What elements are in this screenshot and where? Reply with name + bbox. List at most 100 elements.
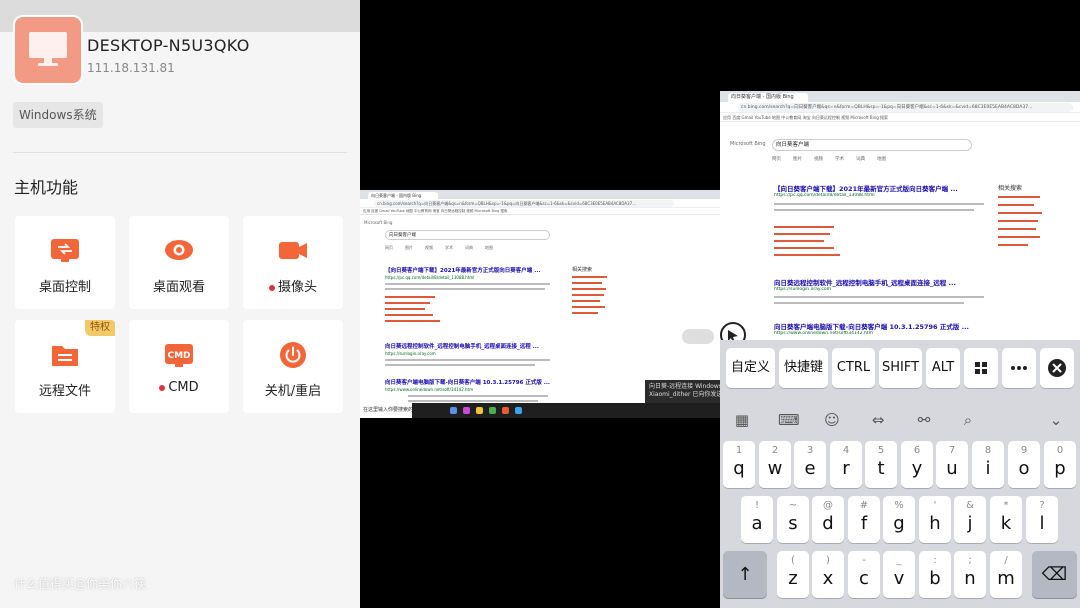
emoji-icon[interactable]: ☺ <box>822 410 842 430</box>
floating-toggle[interactable] <box>682 329 714 344</box>
key-k[interactable]: * k <box>990 496 1022 543</box>
result-title[interactable]: 向日葵远程控制软件_远程控制电脑手机_远程桌面连接_远程 ... <box>385 342 565 350</box>
key-v[interactable]: _ v <box>883 551 915 598</box>
key-u[interactable]: 7u <box>936 441 968 488</box>
nav-tab[interactable]: 网页 <box>772 157 781 162</box>
key-a[interactable]: ! a <box>741 496 773 543</box>
taskbar-app-icon[interactable] <box>489 407 496 414</box>
desktop-view-button[interactable]: 桌面观看 <box>129 216 229 309</box>
key-c[interactable]: -c <box>848 551 880 598</box>
result-sublink[interactable] <box>774 247 834 249</box>
result-sublink[interactable] <box>385 302 430 304</box>
key-z[interactable]: (z <box>777 551 809 598</box>
key-q[interactable]: 1q <box>723 441 755 488</box>
key-d[interactable]: @ d <box>812 496 844 543</box>
taskbar-app-icon[interactable] <box>502 407 509 414</box>
key-f[interactable]: # f <box>848 496 880 543</box>
search-icon[interactable]: ⌕ <box>958 410 978 430</box>
more-key[interactable] <box>1002 348 1036 388</box>
key-o[interactable]: 9o <box>1008 441 1040 488</box>
key-h[interactable]: ' h <box>919 496 951 543</box>
remote-desktop-view[interactable]: 向日葵客户端 - 国内版 Bing cn.bing.com/search?q=向… <box>360 0 720 608</box>
custom-key[interactable]: 自定义 <box>726 348 775 388</box>
nav-tab[interactable]: 视频 <box>814 157 823 162</box>
chevron-down-icon[interactable]: ⌄ <box>1046 410 1066 430</box>
key-i[interactable]: 8i <box>972 441 1004 488</box>
nav-tab[interactable]: 词典 <box>465 245 473 250</box>
key-g[interactable]: % g <box>883 496 915 543</box>
key-s[interactable]: ~ s <box>777 496 809 543</box>
result-sublink[interactable] <box>385 320 440 322</box>
shift-key[interactable]: ↑ <box>723 551 767 598</box>
key-x[interactable]: ) x <box>812 551 844 598</box>
taskbar-search[interactable]: 在这里输入你要搜索的内容 <box>360 403 412 418</box>
related-link[interactable] <box>998 228 1036 230</box>
search-input[interactable]: 向日葵客户端 <box>385 230 550 240</box>
url-input[interactable]: cn.bing.com/search?q=向日葵客户端&qs=n&form=QB… <box>374 200 674 207</box>
alt-key[interactable]: ALT <box>926 348 960 388</box>
result-sublink[interactable] <box>385 296 435 298</box>
related-link[interactable] <box>998 212 1042 214</box>
result-sublink[interactable] <box>385 314 433 316</box>
win-key[interactable] <box>964 348 998 388</box>
nav-tab[interactable]: 图片 <box>793 157 802 162</box>
result-title[interactable]: 【向日葵客户端下载】2021年最新官方正式版向日葵客户端 ... <box>385 266 565 274</box>
related-link[interactable] <box>572 306 605 308</box>
taskbar-app-icon[interactable] <box>450 407 457 414</box>
related-link[interactable] <box>998 204 1034 206</box>
desktop-control-button[interactable]: 桌面控制 <box>15 216 115 309</box>
key-e[interactable]: 3e <box>794 441 826 488</box>
result-title[interactable]: 向日葵远程控制软件_远程控制电脑手机_远程桌面连接_远程 ... <box>774 277 979 287</box>
browser-tab[interactable]: 向日葵客户端 - 国内版 Bing <box>368 192 438 199</box>
result-sublink[interactable] <box>774 226 834 228</box>
taskbar-app-icon[interactable] <box>515 407 522 414</box>
nav-tab[interactable]: 词典 <box>856 157 865 162</box>
camera-button[interactable]: 摄像头 <box>243 216 343 309</box>
nav-tab[interactable]: 学术 <box>835 157 844 162</box>
taskbar-app-icon[interactable] <box>463 407 470 414</box>
result-sublink[interactable] <box>774 233 830 235</box>
result-title[interactable]: 向日葵客户端电脑版下载-向日葵客户端 10.3.1.25796 正式版 ... <box>774 321 979 331</box>
nav-tab[interactable]: 网页 <box>385 245 393 250</box>
related-link[interactable] <box>998 236 1040 238</box>
backspace-key[interactable]: ⌫ <box>1032 551 1077 598</box>
nav-tab[interactable]: 视频 <box>425 245 433 250</box>
key-p[interactable]: 0p <box>1044 441 1076 488</box>
ctrl-key[interactable]: CTRL <box>832 348 875 388</box>
key-r[interactable]: 4r <box>830 441 862 488</box>
related-link[interactable] <box>998 196 1040 198</box>
result-sublink[interactable] <box>774 254 840 256</box>
browser-tab[interactable]: 向日葵客户端 - 国内版 Bing <box>728 93 808 102</box>
notification-toast[interactable]: 向日葵-远程连接 Windows... Xiaomi_dither 已向你发送了… <box>645 380 720 403</box>
close-keyboard-key[interactable] <box>1040 348 1074 388</box>
keyboard-icon[interactable]: ⌨ <box>778 410 800 430</box>
url-input[interactable]: cn.bing.com/search?q=向日葵客户端&qs=n&form=QB… <box>738 103 1073 112</box>
result-sublink[interactable] <box>385 308 425 310</box>
key-y[interactable]: 6y <box>901 441 933 488</box>
result-title[interactable]: 【向日葵客户端下载】2021年最新官方正式版向日葵客户端 ... <box>774 183 979 193</box>
result-sublink[interactable] <box>774 240 824 242</box>
nav-tab[interactable]: 图片 <box>405 245 413 250</box>
link-icon[interactable]: ⚯ <box>914 410 934 430</box>
cursor-move-icon[interactable]: ⇔ <box>868 410 888 430</box>
key-w[interactable]: 2w <box>759 441 791 488</box>
shift-function-key[interactable]: SHIFT <box>879 348 922 388</box>
result-title[interactable]: 向日葵客户端电脑版下载-向日葵客户端 10.3.1.25796 正式版 ... <box>385 378 565 386</box>
taskbar-app-icon[interactable] <box>476 407 483 414</box>
related-link[interactable] <box>998 244 1028 246</box>
related-link[interactable] <box>572 288 606 290</box>
nav-tab[interactable]: 地图 <box>485 245 493 250</box>
remote-keyboard-view[interactable]: 向日葵客户端 - 国内版 Bing cn.bing.com/search?q=向… <box>720 0 1080 608</box>
key-b[interactable]: :b <box>919 551 951 598</box>
search-input[interactable]: 向日葵客户端 <box>772 139 972 151</box>
related-link[interactable] <box>998 220 1038 222</box>
key-n[interactable]: ; n <box>954 551 986 598</box>
key-j[interactable]: & j <box>954 496 986 543</box>
power-button[interactable]: 关机/重启 <box>243 320 343 413</box>
key-m[interactable]: / m <box>990 551 1022 598</box>
related-link[interactable] <box>572 312 598 314</box>
nav-tab[interactable]: 地图 <box>877 157 886 162</box>
key-l[interactable]: ? l <box>1026 496 1058 543</box>
remote-screen[interactable]: 向日葵客户端 - 国内版 Bing cn.bing.com/search?q=向… <box>720 91 1080 381</box>
shortcut-key[interactable]: 快捷键 <box>779 348 828 388</box>
